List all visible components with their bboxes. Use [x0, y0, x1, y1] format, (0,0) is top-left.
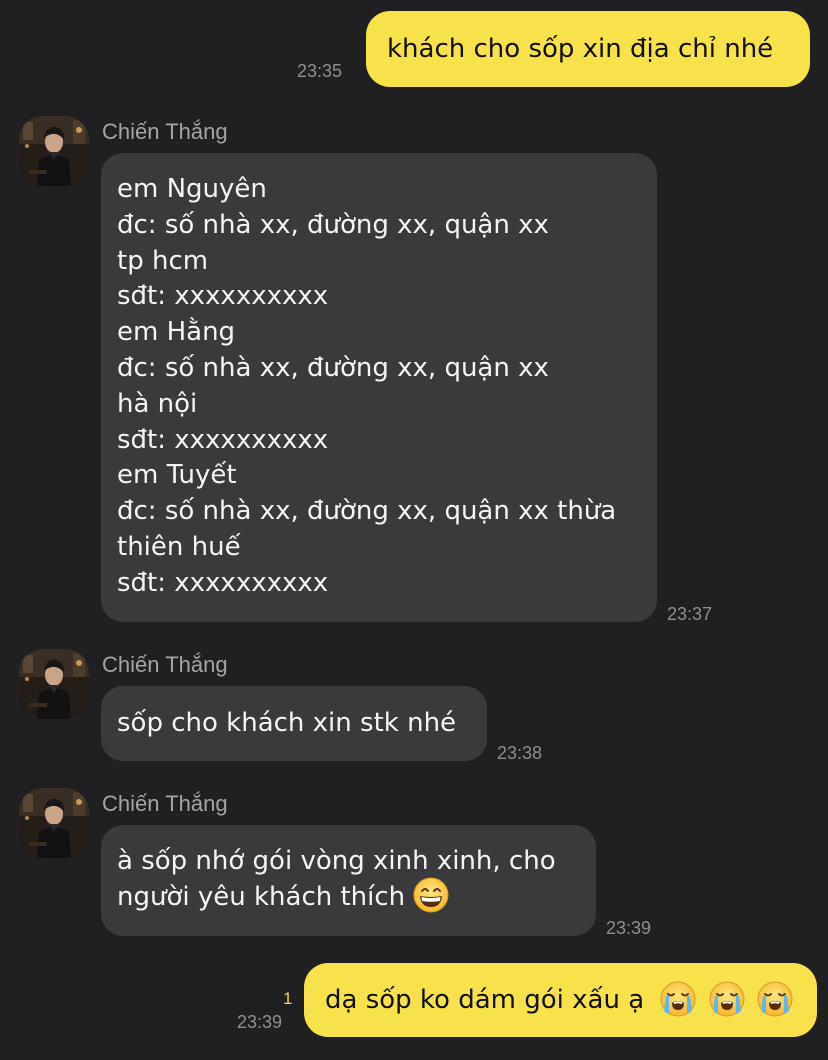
incoming-message-bubble[interactable]: à sốp nhớ gói vòng xinh xinh, cho người …: [101, 825, 596, 936]
message-timestamp: 23:39: [237, 1012, 283, 1032]
avatar-photo: [19, 116, 89, 186]
incoming-message-bubble[interactable]: sốp cho khách xin stk nhé: [101, 686, 487, 761]
contact-avatar[interactable]: [19, 788, 89, 858]
message-timestamp: 23:35: [297, 61, 343, 81]
sender-name: Chiến Thắng: [102, 652, 228, 677]
message-timestamp: 23:37: [667, 604, 713, 624]
message-text: khách cho sốp xin địa chỉ nhé: [387, 34, 774, 64]
contact-avatar[interactable]: [19, 116, 89, 186]
message-timestamp: 23:39: [606, 918, 652, 938]
contact-avatar[interactable]: [19, 649, 89, 719]
loudly-crying-face-emoji-icon: [757, 981, 793, 1017]
loudly-crying-face-emoji-icon: [660, 981, 696, 1017]
incoming-message-bubble[interactable]: em Nguyên đc: số nhà xx, đường xx, quận …: [101, 153, 657, 622]
sender-name: Chiến Thắng: [102, 119, 228, 144]
message-text: dạ sốp ko dám gói xấu ạ: [325, 985, 645, 1015]
avatar-photo: [19, 788, 89, 858]
avatar-photo: [19, 649, 89, 719]
grinning-face-emoji-icon: [413, 877, 449, 913]
message-text: em Nguyên đc: số nhà xx, đường xx, quận …: [117, 174, 617, 598]
message-text-line: à sốp nhớ gói vòng xinh xinh, cho: [117, 846, 556, 876]
outgoing-message-bubble[interactable]: dạ sốp ko dám gói xấu ạ: [304, 963, 817, 1037]
message-text-line: người yêu khách thích: [117, 880, 596, 916]
sender-name: Chiến Thắng: [102, 791, 228, 816]
outgoing-message-bubble[interactable]: khách cho sốp xin địa chỉ nhé: [366, 11, 810, 87]
unread-count-badge: 1: [283, 989, 293, 1008]
message-text: sốp cho khách xin stk nhé: [117, 708, 457, 738]
message-timestamp: 23:38: [497, 743, 543, 763]
loudly-crying-face-emoji-icon: [709, 981, 745, 1017]
